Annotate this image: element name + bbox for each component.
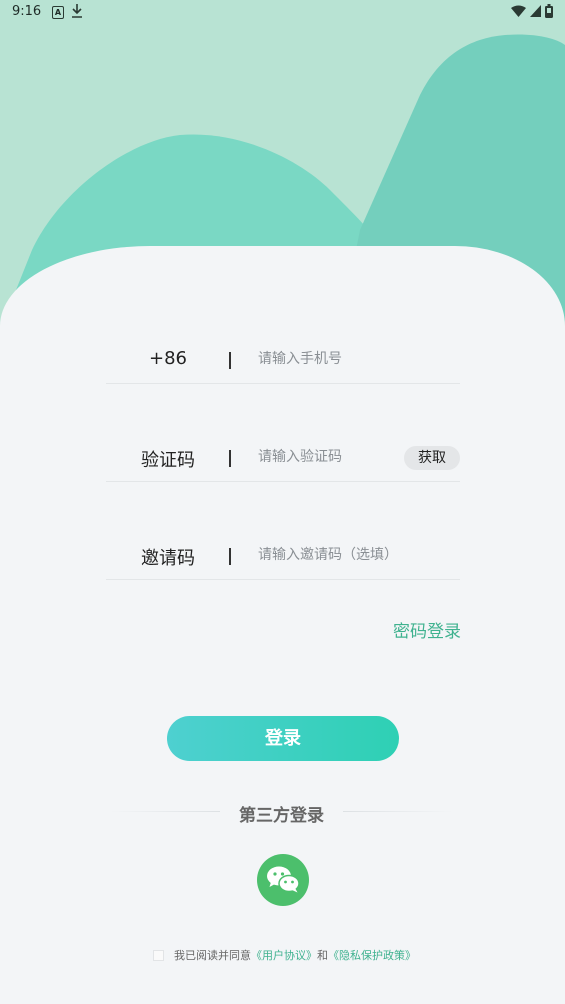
login-button[interactable]: 登录 (167, 716, 399, 761)
login-card: +86 验证码 获取 邀请码 密码登录 登录 第三方登录 (0, 246, 565, 1004)
agreement-row: 我已阅读并同意 《用户协议》 和 《隐私保护政策》 (153, 947, 416, 963)
status-bar: 9:16 A (0, 0, 565, 24)
invite-row: 邀请码 (106, 530, 460, 580)
third-party-title: 第三方登录 (239, 806, 324, 826)
agreement-and: 和 (317, 949, 328, 962)
field-separator (229, 548, 231, 565)
battery-icon (545, 4, 553, 18)
wechat-login-button[interactable] (257, 854, 309, 906)
field-divider (106, 481, 460, 482)
wechat-icon (267, 866, 300, 893)
signal-icon (530, 5, 541, 17)
status-icons (511, 4, 553, 18)
password-login-link[interactable]: 密码登录 (393, 617, 461, 642)
field-separator (229, 450, 231, 467)
a-icon: A (52, 6, 64, 19)
agreement-prefix: 我已阅读并同意 (174, 949, 251, 962)
divider-line-right (343, 811, 453, 812)
field-divider (106, 383, 460, 384)
get-code-button[interactable]: 获取 (404, 446, 460, 470)
login-screen: 9:16 A +86 验证码 (0, 0, 565, 1004)
field-separator (229, 352, 231, 369)
agreement-checkbox[interactable] (153, 949, 164, 961)
download-icon (72, 4, 82, 18)
country-code[interactable]: +86 (106, 348, 230, 369)
code-input[interactable] (258, 445, 408, 469)
status-time: 9:16 (12, 4, 42, 19)
phone-input[interactable] (258, 347, 408, 371)
invite-label: 邀请码 (141, 548, 195, 569)
code-label: 验证码 (141, 450, 195, 471)
phone-row: +86 (106, 334, 460, 384)
invite-input[interactable] (258, 543, 458, 567)
field-divider (106, 579, 460, 580)
user-agreement-link[interactable]: 《用户协议》 (251, 947, 317, 963)
code-row: 验证码 获取 (106, 432, 460, 482)
wifi-icon (511, 5, 526, 17)
third-party-divider: 第三方登录 (110, 801, 453, 826)
privacy-policy-link[interactable]: 《隐私保护政策》 (328, 947, 416, 963)
